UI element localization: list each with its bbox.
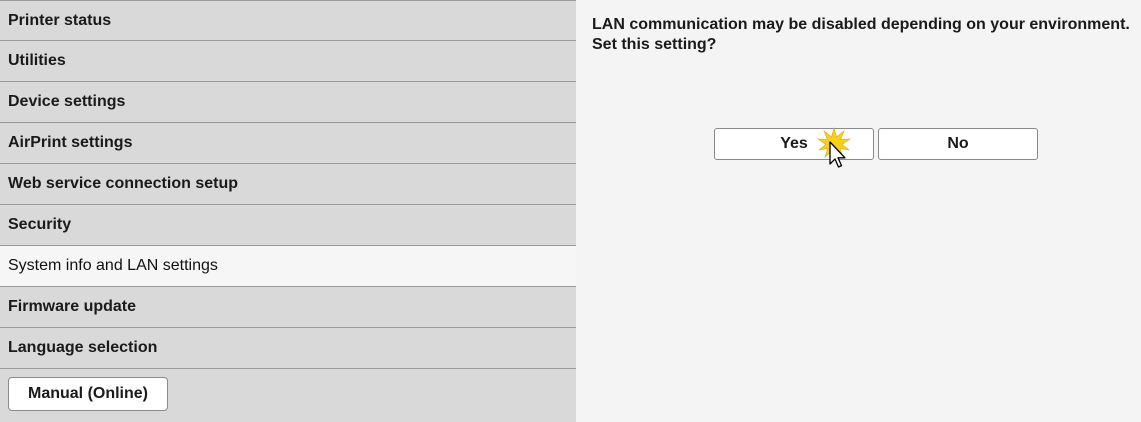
yes-button[interactable]: Yes (714, 128, 874, 160)
sidebar-menu: Printer status Utilities Device settings… (0, 0, 576, 422)
confirmation-message: LAN communication may be disabled depend… (592, 15, 1137, 55)
sidebar-item-device-settings[interactable]: Device settings (0, 82, 576, 123)
sidebar-item-printer-status[interactable]: Printer status (0, 0, 576, 41)
manual-button-container: Manual (Online) (0, 369, 576, 411)
sidebar-item-airprint-settings[interactable]: AirPrint settings (0, 123, 576, 164)
manual-online-button[interactable]: Manual (Online) (8, 377, 168, 411)
no-button[interactable]: No (878, 128, 1038, 160)
sidebar-item-system-info-lan-settings[interactable]: System info and LAN settings (0, 246, 576, 287)
sidebar-item-web-service-connection-setup[interactable]: Web service connection setup (0, 164, 576, 205)
app-window: Printer status Utilities Device settings… (0, 0, 1141, 422)
sidebar-item-language-selection[interactable]: Language selection (0, 328, 576, 369)
confirmation-message-line1: LAN communication may be disabled depend… (592, 16, 1130, 33)
sidebar-item-security[interactable]: Security (0, 205, 576, 246)
confirmation-panel: LAN communication may be disabled depend… (576, 0, 1141, 422)
sidebar-item-firmware-update[interactable]: Firmware update (0, 287, 576, 328)
confirmation-message-line2: Set this setting? (592, 36, 717, 53)
sidebar-item-utilities[interactable]: Utilities (0, 41, 576, 82)
